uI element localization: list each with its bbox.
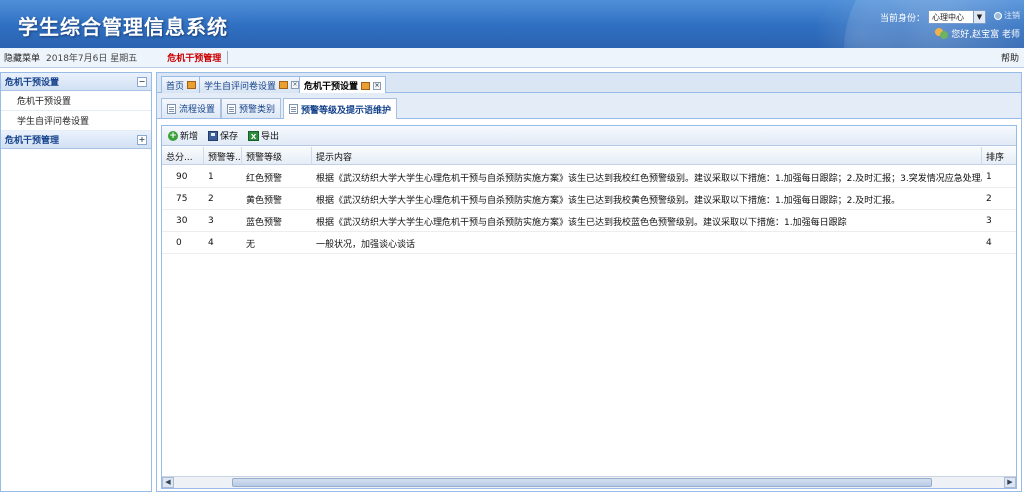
cell-level: 无 (246, 239, 256, 250)
column-header-level[interactable]: 预警等级 (242, 147, 312, 165)
document-icon (289, 104, 298, 114)
add-icon: + (168, 130, 178, 141)
table-row[interactable]: 0 4 无 一般状况，加强谈心谈话 4 (162, 232, 1016, 254)
close-icon[interactable]: × (291, 81, 300, 89)
collapse-icon[interactable]: − (137, 76, 147, 87)
sidebar-group-crisis-settings[interactable]: 危机干预设置 − (1, 73, 151, 91)
close-icon[interactable]: × (373, 81, 382, 90)
horizontal-scrollbar[interactable]: ◀ ▶ (162, 476, 1016, 488)
document-icon (167, 103, 176, 114)
table-row[interactable]: 30 3 蓝色预警 根据《武汉纺织大学大学生心理危机干预与自杀预防实施方案》该生… (162, 210, 1016, 232)
cell-level-no: 2 (208, 194, 214, 204)
scrollbar-thumb[interactable] (232, 478, 932, 487)
column-header-tip[interactable]: 提示内容 (312, 147, 982, 165)
role-select-value: 心理中心 (932, 12, 964, 22)
subtab-warning-categories[interactable]: 预警类别 (221, 98, 282, 118)
table-row[interactable]: 90 1 红色预警 根据《武汉纺织大学大学生心理危机干预与自杀预防实施方案》该生… (162, 166, 1016, 188)
excel-icon: X (248, 130, 260, 141)
tab-home[interactable]: 首页 (161, 76, 202, 93)
column-header-level-no[interactable]: 预警等... (204, 147, 242, 165)
cell-tip: 一般状况，加强谈心谈话 (316, 239, 416, 250)
cell-order: 2 (986, 194, 992, 204)
export-button[interactable]: X 导出 (248, 129, 279, 142)
cell-order: 3 (986, 216, 992, 226)
cell-score: 0 (176, 238, 182, 248)
tab-crisis-settings[interactable]: 危机干预设置 × (299, 76, 387, 94)
help-link[interactable]: 帮助 (1001, 51, 1019, 64)
cell-level: 红色预警 (246, 173, 283, 184)
cell-level: 黄色预警 (246, 195, 283, 206)
cell-level-no: 3 (208, 216, 214, 226)
tab-label: 学生自评问卷设置 (204, 81, 277, 92)
chevron-down-icon[interactable]: ▼ (973, 11, 985, 23)
grid-header: 总分... 预警等... 预警等级 提示内容 排序 (162, 147, 1016, 165)
tab-bar: 首页 学生自评问卷设置 × 危机干预设置 × (157, 73, 1021, 94)
scroll-right-icon[interactable]: ▶ (1004, 477, 1016, 488)
warning-level-grid: + 新增 保存 X 导出 总分... 预警等... 预警等级 提示内容 排序 9… (161, 125, 1017, 489)
add-label: 新增 (180, 132, 199, 142)
scroll-left-icon[interactable]: ◀ (162, 477, 174, 488)
refresh-icon[interactable] (361, 81, 371, 90)
sidebar-group-label: 危机干预管理 (5, 136, 60, 146)
tab-label: 首页 (166, 81, 185, 92)
sidebar-item-questionnaire-settings[interactable]: 学生自评问卷设置 (1, 111, 151, 131)
cell-score: 75 (176, 194, 188, 204)
users-icon (935, 27, 949, 40)
current-date: 2018年7月6日 星期五 (46, 54, 138, 64)
cell-tip: 根据《武汉纺织大学大学生心理危机干预与自杀预防实施方案》该生已达到我校蓝色色预警… (316, 217, 847, 228)
tab-label: 危机干预设置 (304, 82, 359, 92)
refresh-icon[interactable] (187, 81, 197, 89)
export-label: 导出 (261, 132, 280, 142)
hide-menu-link[interactable]: 隐藏菜单 (4, 51, 40, 64)
identity-label: 当前身份： (879, 13, 925, 24)
logout-label: 注销 (1004, 11, 1020, 20)
identity-selector: 当前身份： 心理中心 ▼ (880, 10, 986, 24)
logout-link[interactable]: 注销 (994, 10, 1020, 21)
refresh-icon[interactable] (279, 81, 289, 89)
column-header-score[interactable]: 总分... (162, 147, 204, 165)
cell-order: 1 (986, 172, 992, 182)
save-label: 保存 (220, 132, 239, 142)
cell-score: 90 (176, 172, 188, 182)
subtab-label: 流程设置 (179, 105, 216, 115)
subtab-label: 预警等级及提示语维护 (301, 105, 392, 116)
sidebar: 危机干预设置 − 危机干预设置 学生自评问卷设置 危机干预管理 + (0, 72, 152, 492)
cell-level-no: 4 (208, 238, 214, 248)
subtab-warning-levels[interactable]: 预警等级及提示语维护 (283, 98, 398, 119)
tab-questionnaire-settings[interactable]: 学生自评问卷设置 × (199, 76, 305, 93)
grid-toolbar: + 新增 保存 X 导出 (162, 126, 1016, 146)
cell-level-no: 1 (208, 172, 214, 182)
save-button[interactable]: 保存 (208, 129, 238, 142)
sidebar-group-crisis-management[interactable]: 危机干预管理 + (1, 131, 151, 149)
main-panel: 首页 学生自评问卷设置 × 危机干预设置 × 流程设置 预警类别 预警等级及提示… (156, 72, 1022, 492)
add-button[interactable]: + 新增 (168, 129, 198, 142)
app-title: 学生综合管理信息系统 (18, 15, 228, 39)
app-header: 学生综合管理信息系统 当前身份： 心理中心 ▼ 注销 您好,赵宝富 老师 (0, 0, 1024, 48)
cell-tip: 根据《武汉纺织大学大学生心理危机干预与自杀预防实施方案》该生已达到我校黄色预警级… (316, 195, 901, 206)
column-header-order[interactable]: 排序 (982, 147, 1016, 165)
current-module[interactable]: 危机干预管理 (167, 51, 229, 64)
info-bar: 隐藏菜单 2018年7月6日 星期五 危机干预管理 帮助 (0, 48, 1024, 68)
sidebar-group-label: 危机干预设置 (5, 78, 60, 88)
greeting-text: 您好,赵宝富 老师 (951, 30, 1020, 40)
cell-score: 30 (176, 216, 188, 226)
subtab-label: 预警类别 (239, 105, 276, 115)
sidebar-item-crisis-settings[interactable]: 危机干预设置 (1, 91, 151, 111)
cell-tip: 根据《武汉纺织大学大学生心理危机干预与自杀预防实施方案》该生已达到我校红色预警级… (316, 173, 982, 184)
document-icon (227, 103, 236, 114)
cell-level: 蓝色预警 (246, 217, 283, 228)
expand-icon[interactable]: + (137, 134, 147, 145)
table-row[interactable]: 75 2 黄色预警 根据《武汉纺织大学大学生心理危机干预与自杀预防实施方案》该生… (162, 188, 1016, 210)
save-icon (208, 130, 219, 141)
subtab-process-settings[interactable]: 流程设置 (161, 98, 222, 118)
logout-icon (994, 11, 1002, 20)
glow-decoration (814, 0, 904, 48)
user-greeting: 您好,赵宝富 老师 (935, 27, 1020, 40)
cell-order: 4 (986, 238, 992, 248)
sub-tab-bar: 流程设置 预警类别 预警等级及提示语维护 (157, 93, 1021, 119)
role-select[interactable]: 心理中心 ▼ (928, 10, 986, 24)
